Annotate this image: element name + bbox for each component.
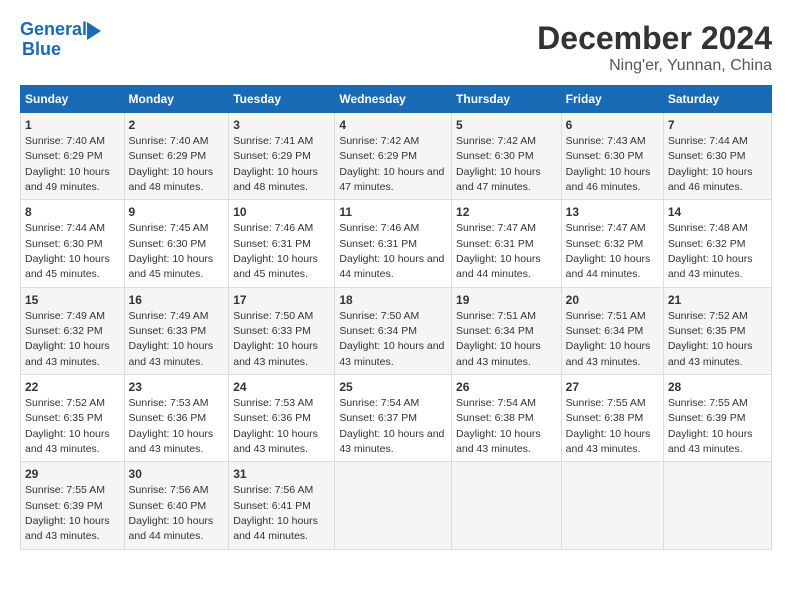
- table-row: 6Sunrise: 7:43 AMSunset: 6:30 PMDaylight…: [561, 113, 663, 200]
- table-row: 10Sunrise: 7:46 AMSunset: 6:31 PMDayligh…: [229, 200, 335, 287]
- table-row: 13Sunrise: 7:47 AMSunset: 6:32 PMDayligh…: [561, 200, 663, 287]
- table-row: [561, 462, 663, 549]
- table-row: 30Sunrise: 7:56 AMSunset: 6:40 PMDayligh…: [124, 462, 229, 549]
- calendar-row: 8Sunrise: 7:44 AMSunset: 6:30 PMDaylight…: [21, 200, 772, 287]
- table-row: 12Sunrise: 7:47 AMSunset: 6:31 PMDayligh…: [452, 200, 562, 287]
- table-row: 14Sunrise: 7:48 AMSunset: 6:32 PMDayligh…: [663, 200, 771, 287]
- table-row: 31Sunrise: 7:56 AMSunset: 6:41 PMDayligh…: [229, 462, 335, 549]
- table-row: 19Sunrise: 7:51 AMSunset: 6:34 PMDayligh…: [452, 287, 562, 374]
- table-row: 21Sunrise: 7:52 AMSunset: 6:35 PMDayligh…: [663, 287, 771, 374]
- table-row: 24Sunrise: 7:53 AMSunset: 6:36 PMDayligh…: [229, 375, 335, 462]
- logo-text-line1: General: [20, 20, 87, 40]
- logo-arrow-icon: [87, 22, 101, 40]
- table-row: 29Sunrise: 7:55 AMSunset: 6:39 PMDayligh…: [21, 462, 125, 549]
- calendar-row: 22Sunrise: 7:52 AMSunset: 6:35 PMDayligh…: [21, 375, 772, 462]
- calendar-title: December 2024: [537, 20, 772, 57]
- table-row: 27Sunrise: 7:55 AMSunset: 6:38 PMDayligh…: [561, 375, 663, 462]
- table-row: 15Sunrise: 7:49 AMSunset: 6:32 PMDayligh…: [21, 287, 125, 374]
- col-friday: Friday: [561, 86, 663, 113]
- col-monday: Monday: [124, 86, 229, 113]
- table-row: [335, 462, 452, 549]
- table-row: 7Sunrise: 7:44 AMSunset: 6:30 PMDaylight…: [663, 113, 771, 200]
- calendar-row: 29Sunrise: 7:55 AMSunset: 6:39 PMDayligh…: [21, 462, 772, 549]
- calendar-row: 1Sunrise: 7:40 AMSunset: 6:29 PMDaylight…: [21, 113, 772, 200]
- calendar-subtitle: Ning'er, Yunnan, China: [537, 57, 772, 75]
- calendar-row: 15Sunrise: 7:49 AMSunset: 6:32 PMDayligh…: [21, 287, 772, 374]
- col-thursday: Thursday: [452, 86, 562, 113]
- logo: General Blue: [20, 20, 101, 60]
- table-row: [452, 462, 562, 549]
- table-row: 5Sunrise: 7:42 AMSunset: 6:30 PMDaylight…: [452, 113, 562, 200]
- table-row: 18Sunrise: 7:50 AMSunset: 6:34 PMDayligh…: [335, 287, 452, 374]
- table-row: 1Sunrise: 7:40 AMSunset: 6:29 PMDaylight…: [21, 113, 125, 200]
- table-row: 25Sunrise: 7:54 AMSunset: 6:37 PMDayligh…: [335, 375, 452, 462]
- table-row: 17Sunrise: 7:50 AMSunset: 6:33 PMDayligh…: [229, 287, 335, 374]
- table-row: 16Sunrise: 7:49 AMSunset: 6:33 PMDayligh…: [124, 287, 229, 374]
- table-row: 23Sunrise: 7:53 AMSunset: 6:36 PMDayligh…: [124, 375, 229, 462]
- title-block: December 2024 Ning'er, Yunnan, China: [537, 20, 772, 75]
- table-row: 9Sunrise: 7:45 AMSunset: 6:30 PMDaylight…: [124, 200, 229, 287]
- table-row: 3Sunrise: 7:41 AMSunset: 6:29 PMDaylight…: [229, 113, 335, 200]
- table-row: 4Sunrise: 7:42 AMSunset: 6:29 PMDaylight…: [335, 113, 452, 200]
- table-row: 22Sunrise: 7:52 AMSunset: 6:35 PMDayligh…: [21, 375, 125, 462]
- page-header: General Blue December 2024 Ning'er, Yunn…: [20, 20, 772, 75]
- calendar-table: Sunday Monday Tuesday Wednesday Thursday…: [20, 85, 772, 550]
- logo-text-line2: Blue: [20, 40, 61, 60]
- table-row: [663, 462, 771, 549]
- table-row: 28Sunrise: 7:55 AMSunset: 6:39 PMDayligh…: [663, 375, 771, 462]
- table-row: 2Sunrise: 7:40 AMSunset: 6:29 PMDaylight…: [124, 113, 229, 200]
- col-sunday: Sunday: [21, 86, 125, 113]
- col-saturday: Saturday: [663, 86, 771, 113]
- table-row: 26Sunrise: 7:54 AMSunset: 6:38 PMDayligh…: [452, 375, 562, 462]
- col-tuesday: Tuesday: [229, 86, 335, 113]
- table-row: 11Sunrise: 7:46 AMSunset: 6:31 PMDayligh…: [335, 200, 452, 287]
- table-row: 8Sunrise: 7:44 AMSunset: 6:30 PMDaylight…: [21, 200, 125, 287]
- col-wednesday: Wednesday: [335, 86, 452, 113]
- table-row: 20Sunrise: 7:51 AMSunset: 6:34 PMDayligh…: [561, 287, 663, 374]
- header-row: Sunday Monday Tuesday Wednesday Thursday…: [21, 86, 772, 113]
